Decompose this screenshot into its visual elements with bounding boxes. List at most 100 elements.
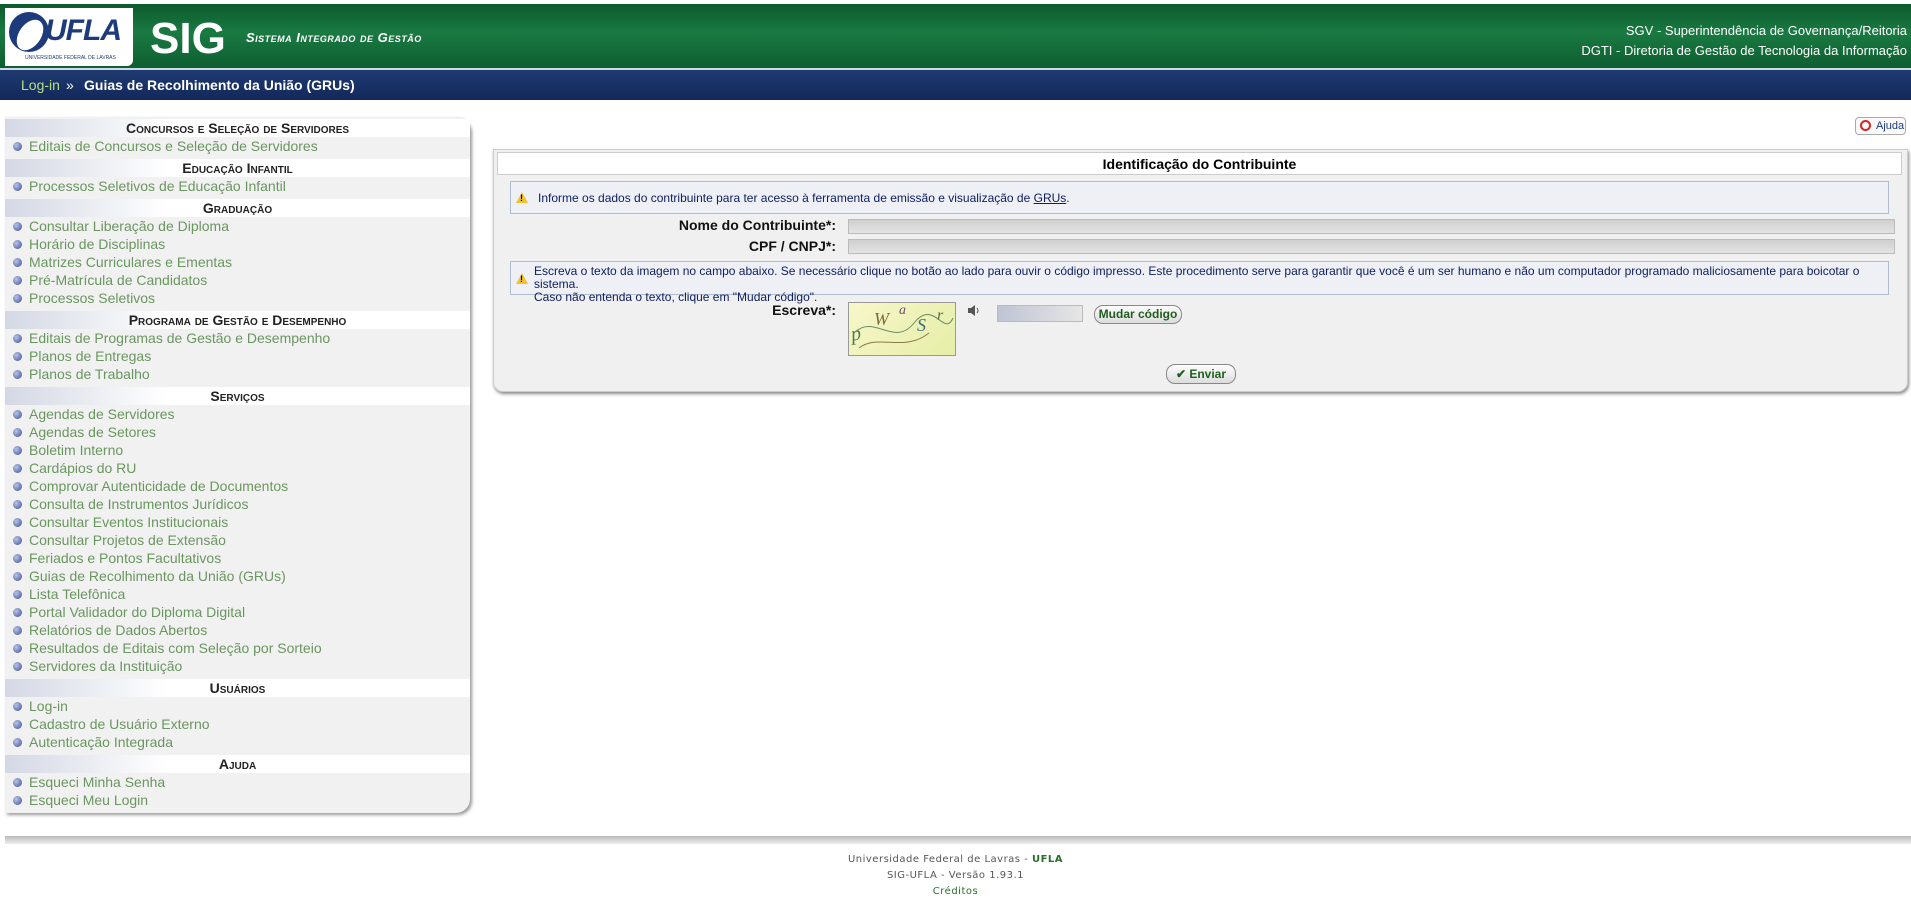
sidebar-item-label: Processos Seletivos bbox=[29, 290, 156, 306]
bullet-icon bbox=[13, 294, 22, 303]
sidebar-item[interactable]: Consulta de Instrumentos Jurídicos bbox=[13, 496, 248, 513]
bullet-icon bbox=[13, 626, 22, 635]
sidebar-item[interactable]: Consultar Eventos Institucionais bbox=[13, 514, 228, 531]
sidebar-item[interactable]: Horário de Disciplinas bbox=[13, 236, 165, 253]
bullet-icon bbox=[13, 720, 22, 729]
sidebar-item[interactable]: Lista Telefônica bbox=[13, 586, 125, 603]
bullet-icon bbox=[13, 446, 22, 455]
sidebar-item[interactable]: Processos Seletivos de Educação Infantil bbox=[13, 178, 286, 195]
sidebar-item[interactable]: Editais de Concursos e Seleção de Servid… bbox=[13, 138, 318, 155]
name-input[interactable] bbox=[848, 219, 1895, 234]
sidebar-item[interactable]: Comprovar Autenticidade de Documentos bbox=[13, 478, 288, 495]
sidebar-item[interactable]: Boletim Interno bbox=[13, 442, 123, 459]
sidebar-item[interactable]: Agendas de Setores bbox=[13, 424, 156, 441]
help-button[interactable]: Ajuda bbox=[1855, 117, 1906, 135]
sidebar-item[interactable]: Autenticação Integrada bbox=[13, 734, 173, 751]
bullet-icon bbox=[13, 142, 22, 151]
org-line-dgti: DGTI - Diretoria de Gestão de Tecnologia… bbox=[1581, 43, 1907, 58]
sidebar-item[interactable]: Processos Seletivos bbox=[13, 290, 155, 307]
grus-link[interactable]: GRUs bbox=[1034, 191, 1067, 205]
sidebar-item[interactable]: Log-in bbox=[13, 698, 68, 715]
cpf-cnpj-input[interactable] bbox=[848, 239, 1895, 254]
help-button-label: Ajuda bbox=[1876, 120, 1905, 132]
sidebar-item-label: Esqueci Minha Senha bbox=[29, 774, 166, 790]
warning-icon bbox=[516, 192, 528, 203]
bullet-icon bbox=[13, 778, 22, 787]
sidebar-item-label: Log-in bbox=[29, 698, 68, 714]
sidebar-section-title: Concursos e Seleção de Servidores bbox=[5, 119, 470, 137]
footer-divider bbox=[5, 836, 1911, 844]
sidebar-item-label: Resultados de Editais com Seleção por So… bbox=[29, 640, 322, 656]
sidebar-section-title: Ajuda bbox=[5, 755, 470, 773]
app-title: SIG bbox=[150, 14, 226, 63]
captcha-label: Escreva*: bbox=[772, 302, 836, 318]
app-subtitle: Sistema Integrado de Gestão bbox=[246, 30, 422, 45]
bullet-icon bbox=[13, 352, 22, 361]
sidebar-item-label: Consulta de Instrumentos Jurídicos bbox=[29, 496, 249, 512]
sidebar-item[interactable]: Matrizes Curriculares e Ementas bbox=[13, 254, 232, 271]
footer-university: Universidade Federal de Lavras - UFLA bbox=[847, 854, 1064, 865]
sidebar-item[interactable]: Editais de Programas de Gestão e Desempe… bbox=[13, 330, 330, 347]
footer-version: SIG-UFLA - Versão 1.93.1 bbox=[886, 870, 1025, 881]
logo-subtitle: UNIVERSIDADE FEDERAL DE LAVRAS bbox=[25, 55, 116, 61]
change-code-button[interactable]: Mudar código bbox=[1094, 305, 1182, 324]
sidebar-item[interactable]: Consultar Projetos de Extensão bbox=[13, 532, 226, 549]
breadcrumb-login-link[interactable]: Log-in bbox=[21, 77, 60, 93]
sidebar-item[interactable]: Agendas de Servidores bbox=[13, 406, 175, 423]
form-title: Identificação do Contribuinte bbox=[497, 152, 1902, 175]
bullet-icon bbox=[13, 518, 22, 527]
footer-credits-link[interactable]: Créditos bbox=[0, 884, 1911, 900]
bullet-icon bbox=[13, 702, 22, 711]
sidebar-item[interactable]: Planos de Trabalho bbox=[13, 366, 150, 383]
sidebar-item[interactable]: Planos de Entregas bbox=[13, 348, 151, 365]
captcha-notice: Escreva o texto da imagem no campo abaix… bbox=[510, 261, 1889, 304]
sidebar-item-label: Autenticação Integrada bbox=[29, 734, 173, 750]
submit-button[interactable]: ✔ Enviar bbox=[1166, 364, 1236, 384]
header-org-info: SGV - Superintendência de Governança/Rei… bbox=[1581, 21, 1907, 61]
footer: Universidade Federal de Lavras - UFLA SI… bbox=[0, 852, 1911, 900]
captcha-input[interactable] bbox=[997, 305, 1083, 322]
sidebar-item[interactable]: Guias de Recolhimento da União (GRUs) bbox=[13, 568, 286, 585]
ufla-logo[interactable]: UFLA UNIVERSIDADE FEDERAL DE LAVRAS bbox=[5, 8, 133, 66]
breadcrumb-current: Guias de Recolhimento da União (GRUs) bbox=[84, 77, 355, 93]
sidebar-item-label: Relatórios de Dados Abertos bbox=[29, 622, 208, 638]
sidebar-item[interactable]: Cardápios do RU bbox=[13, 460, 136, 477]
sidebar-item[interactable]: Esqueci Meu Login bbox=[13, 792, 148, 809]
sidebar-item-label: Portal Validador do Diploma Digital bbox=[29, 604, 246, 620]
breadcrumb-separator: » bbox=[66, 77, 74, 93]
sidebar-item[interactable]: Cadastro de Usuário Externo bbox=[13, 716, 210, 733]
sidebar-section-title: Programa de Gestão e Desempenho bbox=[5, 311, 470, 329]
bullet-icon bbox=[13, 410, 22, 419]
ufla-emblem-icon bbox=[9, 12, 49, 52]
org-line-sgv: SGV - Superintendência de Governança/Rei… bbox=[1625, 23, 1907, 38]
info-notice-text: Informe os dados do contribuinte para te… bbox=[538, 191, 1070, 205]
bullet-icon bbox=[13, 428, 22, 437]
sidebar-item[interactable]: Relatórios de Dados Abertos bbox=[13, 622, 207, 639]
bullet-icon bbox=[13, 182, 22, 191]
sidebar-section-title: Usuários bbox=[5, 679, 470, 697]
bullet-icon bbox=[13, 608, 22, 617]
info-notice: Informe os dados do contribuinte para te… bbox=[510, 181, 1889, 214]
sidebar-item[interactable]: Consultar Liberação de Diploma bbox=[13, 218, 229, 235]
sidebar-item[interactable]: Resultados de Editais com Seleção por So… bbox=[13, 640, 322, 657]
bullet-icon bbox=[13, 258, 22, 267]
sidebar-item[interactable]: Pré-Matrícula de Candidatos bbox=[13, 272, 207, 289]
bullet-icon bbox=[13, 222, 22, 231]
sidebar-item-label: Cardápios do RU bbox=[29, 460, 137, 476]
sidebar-item-label: Processos Seletivos de Educação Infantil bbox=[29, 178, 286, 194]
sidebar-item-label: Lista Telefônica bbox=[29, 586, 126, 602]
bullet-icon bbox=[13, 276, 22, 285]
audio-speaker-icon[interactable] bbox=[967, 304, 980, 317]
bullet-icon bbox=[13, 662, 22, 671]
bullet-icon bbox=[13, 590, 22, 599]
sidebar-item[interactable]: Esqueci Minha Senha bbox=[13, 774, 165, 791]
bullet-icon bbox=[13, 464, 22, 473]
sidebar-item-label: Planos de Trabalho bbox=[29, 366, 150, 382]
contributor-form: Identificação do Contribuinte Informe os… bbox=[493, 149, 1908, 392]
sidebar-item[interactable]: Feriados e Pontos Facultativos bbox=[13, 550, 221, 567]
sidebar-item-label: Boletim Interno bbox=[29, 442, 124, 458]
sidebar-item[interactable]: Portal Validador do Diploma Digital bbox=[13, 604, 245, 621]
sidebar-item[interactable]: Servidores da Instituição bbox=[13, 658, 182, 675]
breadcrumb: Log-in » Guias de Recolhimento da União … bbox=[0, 68, 1911, 100]
bullet-icon bbox=[13, 796, 22, 805]
